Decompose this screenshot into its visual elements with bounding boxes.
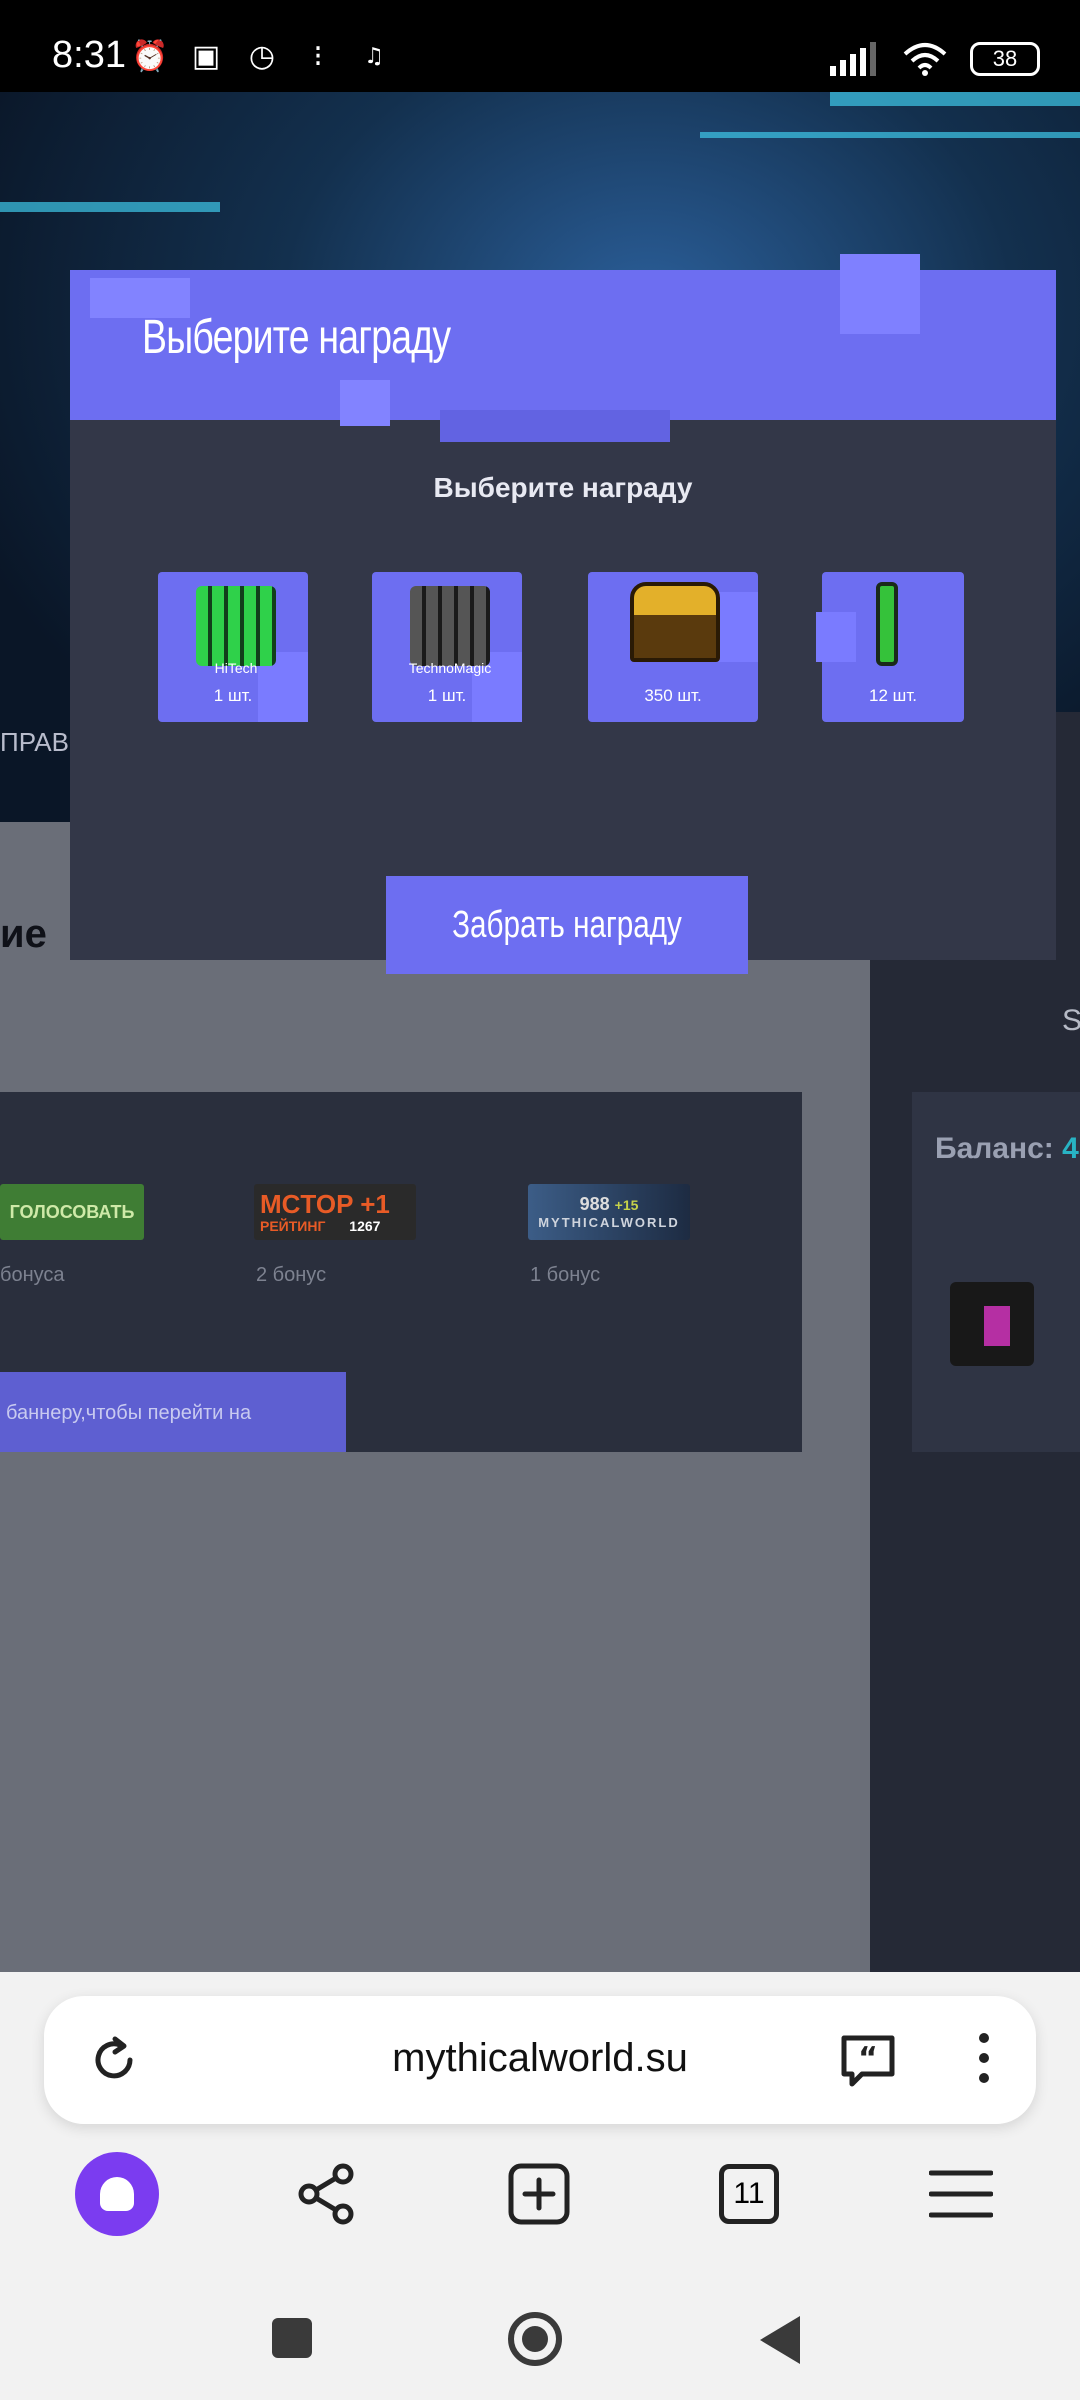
vote-bonus-2: 2 бонус xyxy=(256,1264,327,1286)
recents-button[interactable] xyxy=(272,2318,312,2358)
reward-quantity: 1 шт. xyxy=(427,686,467,705)
reward-name: TechnoMagic xyxy=(408,660,492,676)
treasure-chest-icon xyxy=(630,582,720,662)
vote-banner-mythicalworld[interactable]: 988 +15 MYTHICALWORLD xyxy=(528,1184,690,1240)
battery-icon: 38 xyxy=(970,42,1040,76)
music-note-icon: ♫ xyxy=(364,43,384,69)
vote-bonus-1: бонуса xyxy=(0,1264,65,1286)
modal-header: Выберите награду xyxy=(70,254,1056,442)
reward-quantity: 12 шт. xyxy=(869,686,917,705)
vote-banner-mctop[interactable]: MCTOP +1 РЕЙТИНГ 1267 xyxy=(254,1184,416,1240)
reader-quote-icon[interactable]: “ xyxy=(838,2030,898,2090)
reward-item-chest[interactable]: 350 шт. xyxy=(588,572,758,722)
reward-modal: Выберите награду Выберите награду HiTech… xyxy=(70,254,1056,974)
reward-quantity: 1 шт. xyxy=(213,686,253,705)
wifi-icon xyxy=(903,43,947,76)
mw-label: MYTHICALWORLD xyxy=(538,1215,680,1230)
vote-bonus-3: 1 бонус xyxy=(530,1264,601,1286)
plus-square-icon xyxy=(508,2163,570,2225)
alarm-icon: ⏰ xyxy=(131,38,169,74)
share-button[interactable] xyxy=(282,2144,372,2244)
alice-icon xyxy=(75,2152,159,2236)
home-button[interactable] xyxy=(508,2312,562,2366)
vote-banner-golosovat[interactable]: ГОЛОСОВАТЬ xyxy=(0,1184,144,1240)
reward-item-technomagic[interactable]: TechnoMagic 1 шт. xyxy=(372,572,522,722)
browser-menu-button[interactable] xyxy=(916,2144,1006,2244)
hero-partial-text: ПРАВ xyxy=(0,727,69,757)
new-tab-button[interactable] xyxy=(494,2144,584,2244)
modal-subtitle: Выберите награду xyxy=(433,472,693,503)
reward-item-hitech[interactable]: HiTech 1 шт. xyxy=(158,572,308,722)
battery-cell-icon xyxy=(876,582,898,666)
reward-quantity: 350 шт. xyxy=(644,686,702,705)
hamburger-menu-icon xyxy=(929,2170,993,2218)
mctop-count: 1267 xyxy=(349,1218,381,1234)
alice-assistant-button[interactable] xyxy=(72,2144,162,2244)
right-partial-text: S xyxy=(1062,1004,1080,1037)
address-bar[interactable]: mythicalworld.su “ xyxy=(44,1996,1036,2124)
mctop-rating: РЕЙТИНГ xyxy=(260,1218,326,1234)
mw-plus: +15 xyxy=(614,1197,639,1213)
status-time: 8:31 xyxy=(52,34,126,76)
system-nav-bar xyxy=(0,2256,1080,2400)
mw-count: 988 xyxy=(579,1194,610,1214)
claim-reward-button[interactable]: Забрать награду xyxy=(386,876,748,974)
steps-icon: ⁝ xyxy=(313,38,323,74)
mctop-label: MCTOP xyxy=(260,1189,353,1219)
back-button[interactable] xyxy=(760,2316,800,2364)
status-bar: 8:31 ⏰ ▣ ◷ ⁝ ♫ 38 xyxy=(0,0,1080,92)
more-options-icon[interactable] xyxy=(964,2026,1004,2090)
balance-value: 4 xyxy=(1062,1132,1079,1165)
share-icon xyxy=(298,2163,354,2225)
browser-toolbar: 11 xyxy=(0,2144,1080,2256)
status-icons-right: 38 xyxy=(830,42,1040,76)
mctop-plus: +1 xyxy=(360,1189,390,1219)
signal-icon xyxy=(830,42,876,76)
player-avatar[interactable] xyxy=(950,1282,1034,1366)
technomagic-block-icon xyxy=(410,586,490,666)
nfc-icon: ▣ xyxy=(191,38,221,74)
modal-title: Выберите награду xyxy=(142,311,451,364)
web-viewport[interactable]: ПРАВ S ие ГОЛОСОВАТЬ бонуса MCTOP +1 РЕЙ… xyxy=(0,92,1080,1972)
clock-icon: ◷ xyxy=(248,38,276,74)
tabs-count-icon: 11 xyxy=(719,2164,779,2224)
hitech-block-icon xyxy=(196,586,276,666)
reward-name: HiTech xyxy=(214,660,258,676)
vote-hint: баннеру,чтобы перейти на xyxy=(0,1372,346,1452)
svg-text:“: “ xyxy=(858,2041,878,2076)
tabs-count: 11 xyxy=(733,2177,765,2210)
tabs-button[interactable]: 11 xyxy=(704,2144,794,2244)
claim-reward-label: Забрать награду xyxy=(452,903,682,946)
balance-label: Баланс: 4 xyxy=(935,1132,1079,1165)
reward-item-battery[interactable]: 12 шт. xyxy=(816,572,964,722)
status-icons-left: ⏰ ▣ ◷ ⁝ ♫ xyxy=(131,38,392,74)
section-title: ие xyxy=(0,912,47,956)
